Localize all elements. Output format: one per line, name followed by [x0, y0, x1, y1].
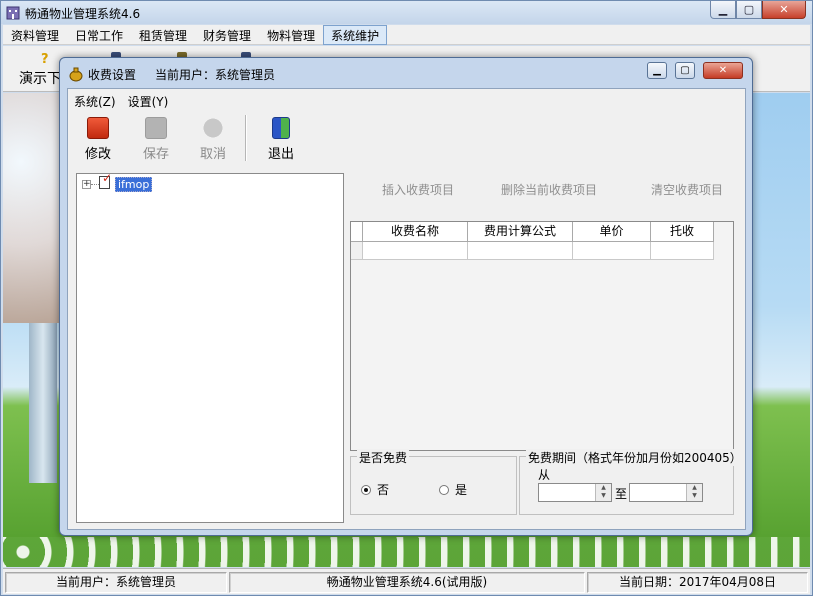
- status-current-user: 当前用户：系统管理员: [5, 572, 227, 593]
- grid-header-unit-price[interactable]: 单价: [573, 222, 651, 242]
- table-cell[interactable]: [573, 242, 651, 260]
- wrench-icon: [87, 117, 109, 139]
- cancel-button[interactable]: 取消: [193, 117, 233, 162]
- edit-button-label: 修改: [84, 147, 111, 162]
- dialog-current-user: 当前用户：系统管理员: [155, 68, 276, 82]
- grid-header-formula[interactable]: 费用计算公式: [468, 222, 573, 242]
- spin-down-icon[interactable]: ▼: [596, 492, 611, 500]
- insert-fee-item-button[interactable]: 插入收费项目: [382, 181, 454, 198]
- window-title: 畅通物业管理系统4.6: [25, 7, 141, 21]
- dialog-menubar: 系统(Z) 设置(Y): [72, 93, 170, 111]
- save-button[interactable]: 保存: [136, 117, 176, 162]
- save-button-label: 保存: [142, 147, 169, 162]
- dialog-titlebar: 收费设置 当前用户：系统管理员 ▁ ▢ ✕: [60, 58, 752, 88]
- money-bag-icon: [69, 67, 83, 82]
- demo-button-label[interactable]: 演示下: [19, 68, 61, 88]
- main-titlebar: 畅通物业管理系统4.6 ▁ ▢ ✕: [1, 1, 812, 24]
- menu-data-management[interactable]: 资料管理: [3, 25, 67, 45]
- menu-material-management[interactable]: 物料管理: [259, 25, 323, 45]
- close-button[interactable]: ✕: [762, 1, 806, 19]
- exit-button[interactable]: 退出: [261, 117, 301, 162]
- fee-items-grid[interactable]: 收费名称 费用计算公式 单价 托收: [350, 221, 734, 451]
- checked-document-icon: [99, 171, 112, 189]
- period-from-label: 从: [538, 468, 551, 482]
- minimize-button[interactable]: ▁: [710, 1, 736, 19]
- dialog-close-button[interactable]: ✕: [703, 62, 743, 79]
- menu-system[interactable]: 系统(Z): [72, 93, 118, 111]
- dialog-minimize-button[interactable]: ▁: [647, 62, 667, 79]
- floppy-disk-icon: [145, 117, 167, 139]
- dialog-maximize-button[interactable]: ▢: [675, 62, 695, 79]
- delete-fee-item-button[interactable]: 删除当前收费项目: [501, 181, 597, 198]
- radio-not-free-label: 否: [377, 483, 390, 497]
- is-free-group: 是否免费 否 是: [350, 449, 517, 515]
- menu-lease-management[interactable]: 租赁管理: [131, 25, 195, 45]
- radio-not-free[interactable]: 否: [361, 481, 389, 498]
- period-to-spinner[interactable]: ▲ ▼: [629, 483, 703, 502]
- dialog-client-area: 系统(Z) 设置(Y) 修改 保存 取消 退出 + ifmop 插入收费项目 删…: [67, 88, 746, 530]
- period-from-spinner[interactable]: ▲ ▼: [538, 483, 612, 502]
- edit-button[interactable]: 修改: [78, 117, 118, 162]
- row-selector[interactable]: [351, 242, 363, 260]
- radio-free[interactable]: 是: [439, 481, 467, 498]
- radio-selected-icon: [361, 484, 371, 495]
- tree-node-label[interactable]: ifmop: [115, 177, 153, 192]
- spinner-arrows[interactable]: ▲ ▼: [686, 484, 702, 501]
- tree-expand-icon[interactable]: +: [82, 180, 91, 189]
- grid-header-collection[interactable]: 托收: [651, 222, 714, 242]
- fee-item-tree[interactable]: + ifmop: [76, 171, 344, 523]
- fee-settings-dialog: 收费设置 当前用户：系统管理员 ▁ ▢ ✕ 系统(Z) 设置(Y) 修改 保存 …: [59, 57, 753, 536]
- spin-down-icon[interactable]: ▼: [687, 492, 702, 500]
- table-cell[interactable]: [468, 242, 573, 260]
- menu-daily-work[interactable]: 日常工作: [67, 25, 131, 45]
- menu-settings[interactable]: 设置(Y): [126, 93, 171, 111]
- is-free-group-title: 是否免费: [357, 449, 410, 466]
- period-to-label: 至: [615, 487, 628, 501]
- grid-header-fee-name[interactable]: 收费名称: [363, 222, 468, 242]
- cherry-blossom-decoration: [3, 93, 63, 323]
- building-decoration: [29, 323, 57, 483]
- free-period-group-title: 免费期间（格式年份加月份如200405）: [526, 449, 744, 466]
- spin-up-icon[interactable]: ▲: [596, 484, 611, 492]
- status-version: 畅通物业管理系统4.6(试用版): [229, 572, 585, 593]
- clear-fee-items-button[interactable]: 清空收费项目: [651, 181, 723, 198]
- grid-header-row: 收费名称 费用计算公式 单价 托收: [351, 222, 714, 242]
- radio-free-label: 是: [455, 483, 468, 497]
- table-cell[interactable]: [651, 242, 714, 260]
- spinner-arrows[interactable]: ▲ ▼: [595, 484, 611, 501]
- toolbar-separator: [245, 115, 246, 161]
- grid-corner: [351, 222, 363, 242]
- status-current-date: 当前日期：2017年04月08日: [587, 572, 808, 593]
- table-row[interactable]: [351, 242, 714, 260]
- app-building-icon: [6, 6, 20, 20]
- radio-unselected-icon: [439, 484, 449, 495]
- maximize-button[interactable]: ▢: [736, 1, 762, 19]
- exit-button-label: 退出: [267, 147, 294, 162]
- exit-door-icon: [272, 117, 290, 139]
- main-menubar: 资料管理 日常工作 租赁管理 财务管理 物料管理 系统维护: [3, 25, 810, 45]
- flower-field-decoration: [3, 537, 810, 567]
- help-icon[interactable]: ?: [41, 52, 49, 67]
- table-cell[interactable]: [363, 242, 468, 260]
- menu-system-maintenance[interactable]: 系统维护: [323, 25, 388, 45]
- tree-connector: [91, 184, 99, 185]
- menu-finance-management[interactable]: 财务管理: [195, 25, 259, 45]
- cancel-button-label: 取消: [199, 147, 226, 162]
- status-bar: 当前用户：系统管理员 畅通物业管理系统4.6(试用版) 当前日期：2017年04…: [3, 568, 810, 594]
- spin-up-icon[interactable]: ▲: [687, 484, 702, 492]
- undo-icon: [202, 117, 224, 139]
- dialog-title: 收费设置: [88, 68, 137, 82]
- free-period-group: 免费期间（格式年份加月份如200405） 从 ▲ ▼ 至 ▲ ▼: [519, 449, 744, 515]
